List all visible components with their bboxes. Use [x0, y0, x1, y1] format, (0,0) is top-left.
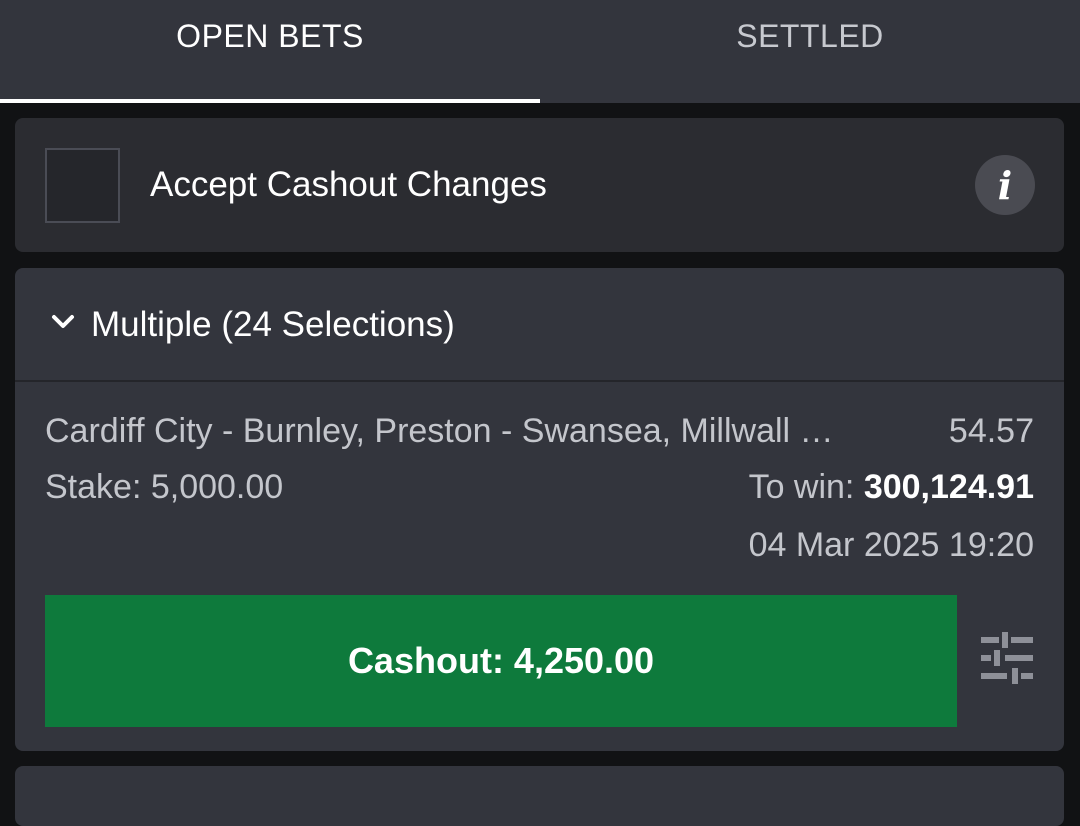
bet-title: Multiple (24 Selections) [91, 305, 455, 344]
next-bet-card [15, 766, 1064, 826]
bet-stake: Stake: 5,000.00 [45, 468, 284, 506]
accept-cashout-label: Accept Cashout Changes [150, 165, 547, 204]
bet-date: 04 Mar 2025 19:20 [748, 526, 1034, 564]
tab-settled[interactable]: SETTLED [540, 0, 1080, 103]
bet-header[interactable]: Multiple (24 Selections) [15, 268, 1064, 382]
bet-tabs: OPEN BETS SETTLED [0, 0, 1080, 103]
cashout-button[interactable]: Cashout: 4,250.00 [45, 595, 957, 727]
chevron-down-icon [52, 315, 74, 328]
bet-selections: Cardiff City - Burnley, Preston - Swanse… [45, 412, 834, 450]
bet-to-win: To win: 300,124.91 [749, 468, 1034, 507]
to-win-value: 300,124.91 [863, 468, 1034, 506]
accept-cashout-checkbox[interactable] [45, 148, 120, 223]
accept-cashout-card: Accept Cashout Changes i [15, 118, 1064, 252]
tab-open-bets-label: OPEN BETS [176, 18, 364, 54]
info-glyph: i [997, 162, 1013, 208]
bet-odds: 54.57 [948, 412, 1034, 450]
info-icon[interactable]: i [975, 155, 1035, 215]
to-win-label: To win: [748, 468, 864, 506]
tab-settled-label: SETTLED [736, 18, 884, 54]
tab-open-bets[interactable]: OPEN BETS [0, 0, 540, 103]
bet-card: Multiple (24 Selections) Cardiff City - … [15, 268, 1064, 751]
active-tab-indicator [0, 99, 540, 103]
cashout-label: Cashout: 4,250.00 [347, 640, 655, 681]
sliders-icon[interactable] [977, 628, 1037, 688]
